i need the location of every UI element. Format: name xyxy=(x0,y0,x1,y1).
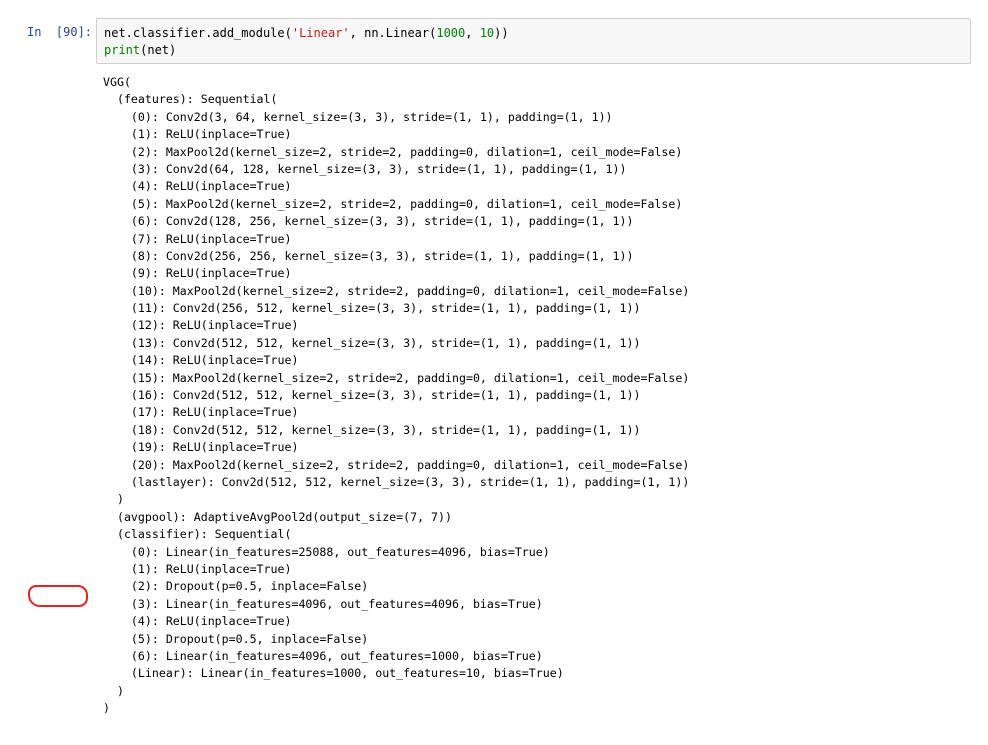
output-line: (3): Conv2d(64, 128, kernel_size=(3, 3),… xyxy=(103,161,627,176)
input-prompt: In [90]: xyxy=(27,25,93,39)
output-line: (17): ReLU(inplace=True) xyxy=(103,405,299,420)
output-line: (20): MaxPool2d(kernel_size=2, stride=2,… xyxy=(103,457,690,472)
output-line: (4): ReLU(inplace=True) xyxy=(103,179,292,194)
cell-output: VGG( (features): Sequential( (0): Conv2d… xyxy=(103,74,689,717)
output-line: (lastlayer): Conv2d(512, 512, kernel_siz… xyxy=(103,474,690,489)
output-line: VGG( xyxy=(103,75,131,89)
code-line-2: print(net) xyxy=(104,43,176,57)
output-line: (1): ReLU(inplace=True) xyxy=(103,127,292,142)
output-line: (15): MaxPool2d(kernel_size=2, stride=2,… xyxy=(103,370,690,385)
output-line: (6): Conv2d(128, 256, kernel_size=(3, 3)… xyxy=(103,214,634,229)
output-line: (Linear): Linear(in_features=1000, out_f… xyxy=(103,666,564,681)
code-token: , nn.Linear( xyxy=(349,26,437,40)
output-line: (12): ReLU(inplace=True) xyxy=(103,318,299,333)
code-token: (net) xyxy=(140,43,177,57)
code-token: , xyxy=(465,26,480,40)
output-line: (1): ReLU(inplace=True) xyxy=(103,561,292,576)
output-line: (16): Conv2d(512, 512, kernel_size=(3, 3… xyxy=(103,388,641,403)
output-line: (5): MaxPool2d(kernel_size=2, stride=2, … xyxy=(103,196,683,211)
output-line: (11): Conv2d(256, 512, kernel_size=(3, 3… xyxy=(103,301,641,316)
output-line: ) xyxy=(103,701,110,716)
output-line: (6): Linear(in_features=4096, out_featur… xyxy=(103,648,543,663)
output-line: (8): Conv2d(256, 256, kernel_size=(3, 3)… xyxy=(103,248,634,263)
string-literal: 'Linear' xyxy=(291,26,350,40)
output-line: (10): MaxPool2d(kernel_size=2, stride=2,… xyxy=(103,283,690,298)
red-annotation-circle xyxy=(28,585,88,607)
output-line: (7): ReLU(inplace=True) xyxy=(103,231,292,246)
output-line: (19): ReLU(inplace=True) xyxy=(103,440,299,455)
output-line: ) xyxy=(103,683,124,698)
code-line-1: net.classifier.add_module('Linear', nn.L… xyxy=(104,26,509,40)
output-line: (0): Conv2d(3, 64, kernel_size=(3, 3), s… xyxy=(103,109,613,124)
output-line: (13): Conv2d(512, 512, kernel_size=(3, 3… xyxy=(103,335,641,350)
number-literal: 1000 xyxy=(436,26,466,40)
output-line: (14): ReLU(inplace=True) xyxy=(103,353,299,368)
number-literal: 10 xyxy=(479,26,495,40)
code-text: net.classifier.add_module('Linear', nn.L… xyxy=(104,25,509,59)
output-line: (classifier): Sequential( xyxy=(103,527,292,542)
code-token: )) xyxy=(494,26,509,40)
builtin-function: print xyxy=(104,43,141,57)
output-line: (2): MaxPool2d(kernel_size=2, stride=2, … xyxy=(103,144,683,159)
output-line: (features): Sequential( xyxy=(103,92,278,107)
output-line: (18): Conv2d(512, 512, kernel_size=(3, 3… xyxy=(103,422,641,437)
output-line: (avgpool): AdaptiveAvgPool2d(output_size… xyxy=(103,509,453,524)
output-line: (4): ReLU(inplace=True) xyxy=(103,614,292,629)
code-input-area[interactable]: net.classifier.add_module('Linear', nn.L… xyxy=(96,18,971,64)
output-line: (2): Dropout(p=0.5, inplace=False) xyxy=(103,579,369,594)
output-line: ) xyxy=(103,492,124,507)
output-line: (0): Linear(in_features=25088, out_featu… xyxy=(103,544,550,559)
output-line: (3): Linear(in_features=4096, out_featur… xyxy=(103,596,543,611)
code-token: net.classifier.add_module( xyxy=(104,26,292,40)
output-line: (5): Dropout(p=0.5, inplace=False) xyxy=(103,631,369,646)
output-line: (9): ReLU(inplace=True) xyxy=(103,266,292,281)
